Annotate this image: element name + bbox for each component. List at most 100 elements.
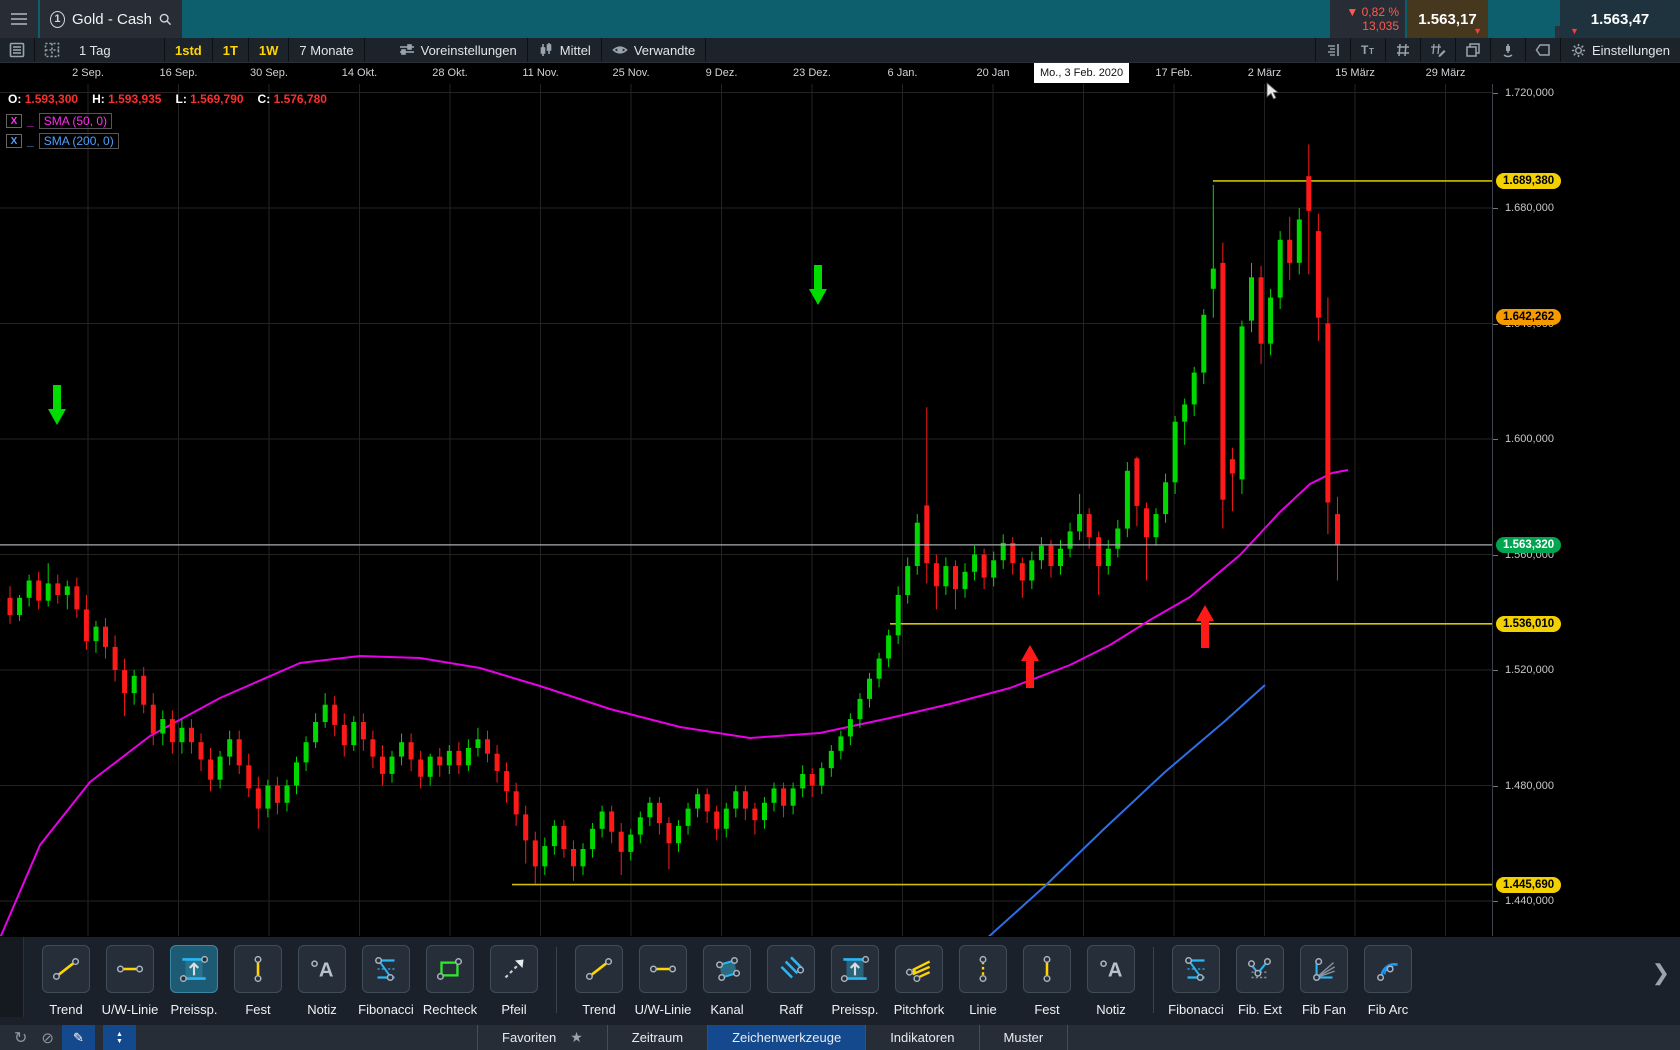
candle[interactable] xyxy=(867,679,872,699)
candle[interactable] xyxy=(1134,458,1139,506)
candle[interactable] xyxy=(8,598,13,615)
candle[interactable] xyxy=(714,812,719,829)
candle[interactable] xyxy=(399,742,404,756)
chart-canvas[interactable]: O: 1.593,300 H: 1.593,935 L: 1.569,790 C… xyxy=(0,84,1492,936)
candle[interactable] xyxy=(294,762,299,785)
candle[interactable] xyxy=(1259,277,1264,343)
candle[interactable] xyxy=(160,719,165,733)
candle[interactable] xyxy=(1306,176,1311,211)
scale-button[interactable] xyxy=(1315,38,1350,62)
windows-button[interactable] xyxy=(1455,38,1490,62)
draw-mode-button[interactable]: ✎ xyxy=(62,1025,95,1050)
candle[interactable] xyxy=(1154,514,1159,537)
candle[interactable] xyxy=(581,849,586,866)
tool-fib-fan[interactable]: Fib Fan xyxy=(1292,945,1356,1017)
candle[interactable] xyxy=(1220,263,1225,500)
candle[interactable] xyxy=(982,555,987,578)
candle[interactable] xyxy=(571,849,576,866)
candle[interactable] xyxy=(638,817,643,834)
candlestick-chart[interactable] xyxy=(0,84,1492,936)
candle[interactable] xyxy=(476,739,481,748)
tool-u-w-linie[interactable]: U/W-Linie xyxy=(631,945,695,1017)
candle[interactable] xyxy=(151,705,156,734)
candle[interactable] xyxy=(1230,459,1235,473)
candle[interactable] xyxy=(972,555,977,572)
candle[interactable] xyxy=(647,803,652,817)
candle[interactable] xyxy=(1020,563,1025,580)
sma200-line[interactable] xyxy=(985,685,1265,936)
ask-price-button[interactable]: 1.563,47 ▼ xyxy=(1560,0,1680,38)
candle[interactable] xyxy=(657,803,662,823)
candle[interactable] xyxy=(1096,537,1101,566)
candle[interactable] xyxy=(1068,531,1073,548)
related-button[interactable]: Verwandte xyxy=(602,38,706,62)
timeframe-1t-button[interactable]: 1T xyxy=(213,38,249,62)
candle[interactable] xyxy=(84,609,89,641)
tool-u-w-linie[interactable]: U/W-Linie xyxy=(98,945,162,1017)
grid-button[interactable] xyxy=(1385,38,1420,62)
tab-favoriten[interactable]: Favoriten★ xyxy=(478,1025,608,1050)
menu-button[interactable] xyxy=(0,0,38,38)
indicators-button[interactable]: Mittel xyxy=(528,38,602,62)
more-tools-chevron[interactable]: ❯ xyxy=(1652,960,1670,986)
tab-muster[interactable]: Muster xyxy=(980,1025,1069,1050)
candle[interactable] xyxy=(218,757,223,780)
candle[interactable] xyxy=(523,814,528,840)
candle[interactable] xyxy=(179,728,184,742)
candle[interactable] xyxy=(466,748,471,765)
tool-linie[interactable]: Linie xyxy=(951,945,1015,1017)
candle[interactable] xyxy=(504,771,509,791)
candle[interactable] xyxy=(418,760,423,777)
candle[interactable] xyxy=(332,705,337,725)
tool-fibonacci[interactable]: Fibonacci xyxy=(1164,945,1228,1017)
candle[interactable] xyxy=(313,722,318,742)
candle[interactable] xyxy=(1192,373,1197,405)
tool-trend[interactable]: Trend xyxy=(34,945,98,1017)
candle[interactable] xyxy=(752,809,757,821)
candle[interactable] xyxy=(762,803,767,820)
candle[interactable] xyxy=(1240,326,1245,479)
candle[interactable] xyxy=(667,823,672,843)
tab-zeichenwerkzeuge[interactable]: Zeichenwerkzeuge xyxy=(708,1025,866,1050)
candle[interactable] xyxy=(1211,269,1216,289)
tool-fib-arc[interactable]: Fib Arc xyxy=(1356,945,1420,1017)
candle[interactable] xyxy=(409,742,414,759)
watchlist-button[interactable] xyxy=(0,38,35,62)
candle[interactable] xyxy=(838,736,843,750)
candle[interactable] xyxy=(924,505,929,563)
candle[interactable] xyxy=(1039,546,1044,560)
candle[interactable] xyxy=(189,728,194,742)
candle[interactable] xyxy=(304,742,309,762)
candle[interactable] xyxy=(1029,560,1034,580)
candle[interactable] xyxy=(1297,220,1302,263)
candle[interactable] xyxy=(1106,549,1111,566)
candle[interactable] xyxy=(370,739,375,756)
sort-tools-button[interactable]: ▲▼ xyxy=(103,1025,136,1050)
candle[interactable] xyxy=(886,635,891,658)
candle[interactable] xyxy=(552,826,557,846)
candle[interactable] xyxy=(600,812,605,829)
tool-rechteck[interactable]: Rechteck xyxy=(418,945,482,1017)
chart-anchor-button[interactable] xyxy=(1490,38,1525,62)
tab-indikatoren[interactable]: Indikatoren xyxy=(866,1025,979,1050)
candle[interactable] xyxy=(896,595,901,635)
text-size-button[interactable]: TT xyxy=(1350,38,1385,62)
candle[interactable] xyxy=(1278,240,1283,298)
candle[interactable] xyxy=(1249,277,1254,320)
candle[interactable] xyxy=(428,757,433,777)
tool-notiz[interactable]: A Notiz xyxy=(290,945,354,1017)
tool-fibonacci[interactable]: Fibonacci xyxy=(354,945,418,1017)
clear-drawings-icon[interactable]: ⊘ xyxy=(41,1029,54,1047)
timeframe-1std-button[interactable]: 1std xyxy=(165,38,213,62)
candle[interactable] xyxy=(733,791,738,808)
candle[interactable] xyxy=(953,566,958,589)
candle[interactable] xyxy=(858,699,863,719)
candle[interactable] xyxy=(94,627,99,641)
candle[interactable] xyxy=(1182,404,1187,421)
candle[interactable] xyxy=(36,581,41,601)
tool-notiz[interactable]: A Notiz xyxy=(1079,945,1143,1017)
sma50-label[interactable]: SMA (50, 0) xyxy=(39,113,112,129)
candle[interactable] xyxy=(772,788,777,802)
candle[interactable] xyxy=(934,563,939,586)
candle[interactable] xyxy=(170,719,175,742)
